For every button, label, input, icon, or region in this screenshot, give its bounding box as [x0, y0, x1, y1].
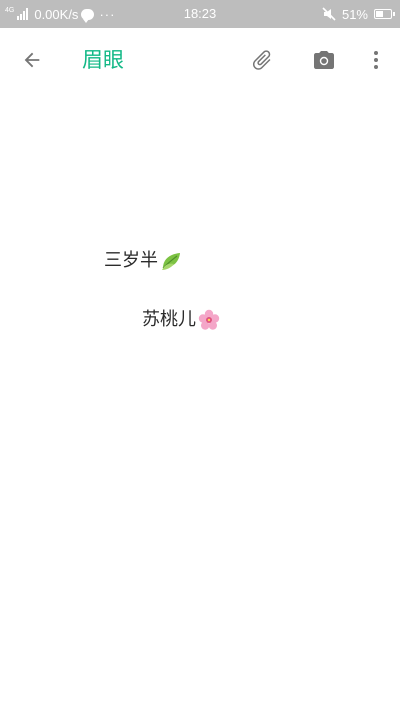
note-title[interactable]: 眉眼 [82, 46, 124, 74]
app-toolbar: 眉眼 [0, 28, 400, 92]
more-options-button[interactable] [356, 40, 396, 80]
note-line-text: 苏桃儿 [142, 309, 196, 330]
battery-percent: 51% [341, 6, 368, 22]
note-line: 三岁半 [104, 249, 182, 273]
camera-button[interactable] [304, 40, 344, 80]
cherry-blossom-emoji [198, 309, 220, 330]
note-line: 苏桃儿 [142, 308, 220, 332]
status-right: 51% [322, 6, 395, 22]
camera-icon [314, 51, 334, 69]
note-line-text: 三岁半 [104, 250, 158, 271]
attach-button[interactable] [242, 40, 282, 80]
note-body[interactable]: 三岁半 苏桃儿 [0, 92, 400, 711]
more-vert-icon [374, 51, 378, 69]
back-button[interactable] [12, 40, 52, 80]
arrow-left-icon [24, 52, 40, 68]
mute-icon [322, 7, 336, 21]
status-bar: 4G 0.00K/s ··· 18:23 51% [0, 0, 400, 28]
leaf-emoji [162, 253, 180, 270]
battery-icon [374, 9, 395, 19]
battery-fill [376, 11, 383, 17]
paperclip-icon [252, 50, 271, 70]
